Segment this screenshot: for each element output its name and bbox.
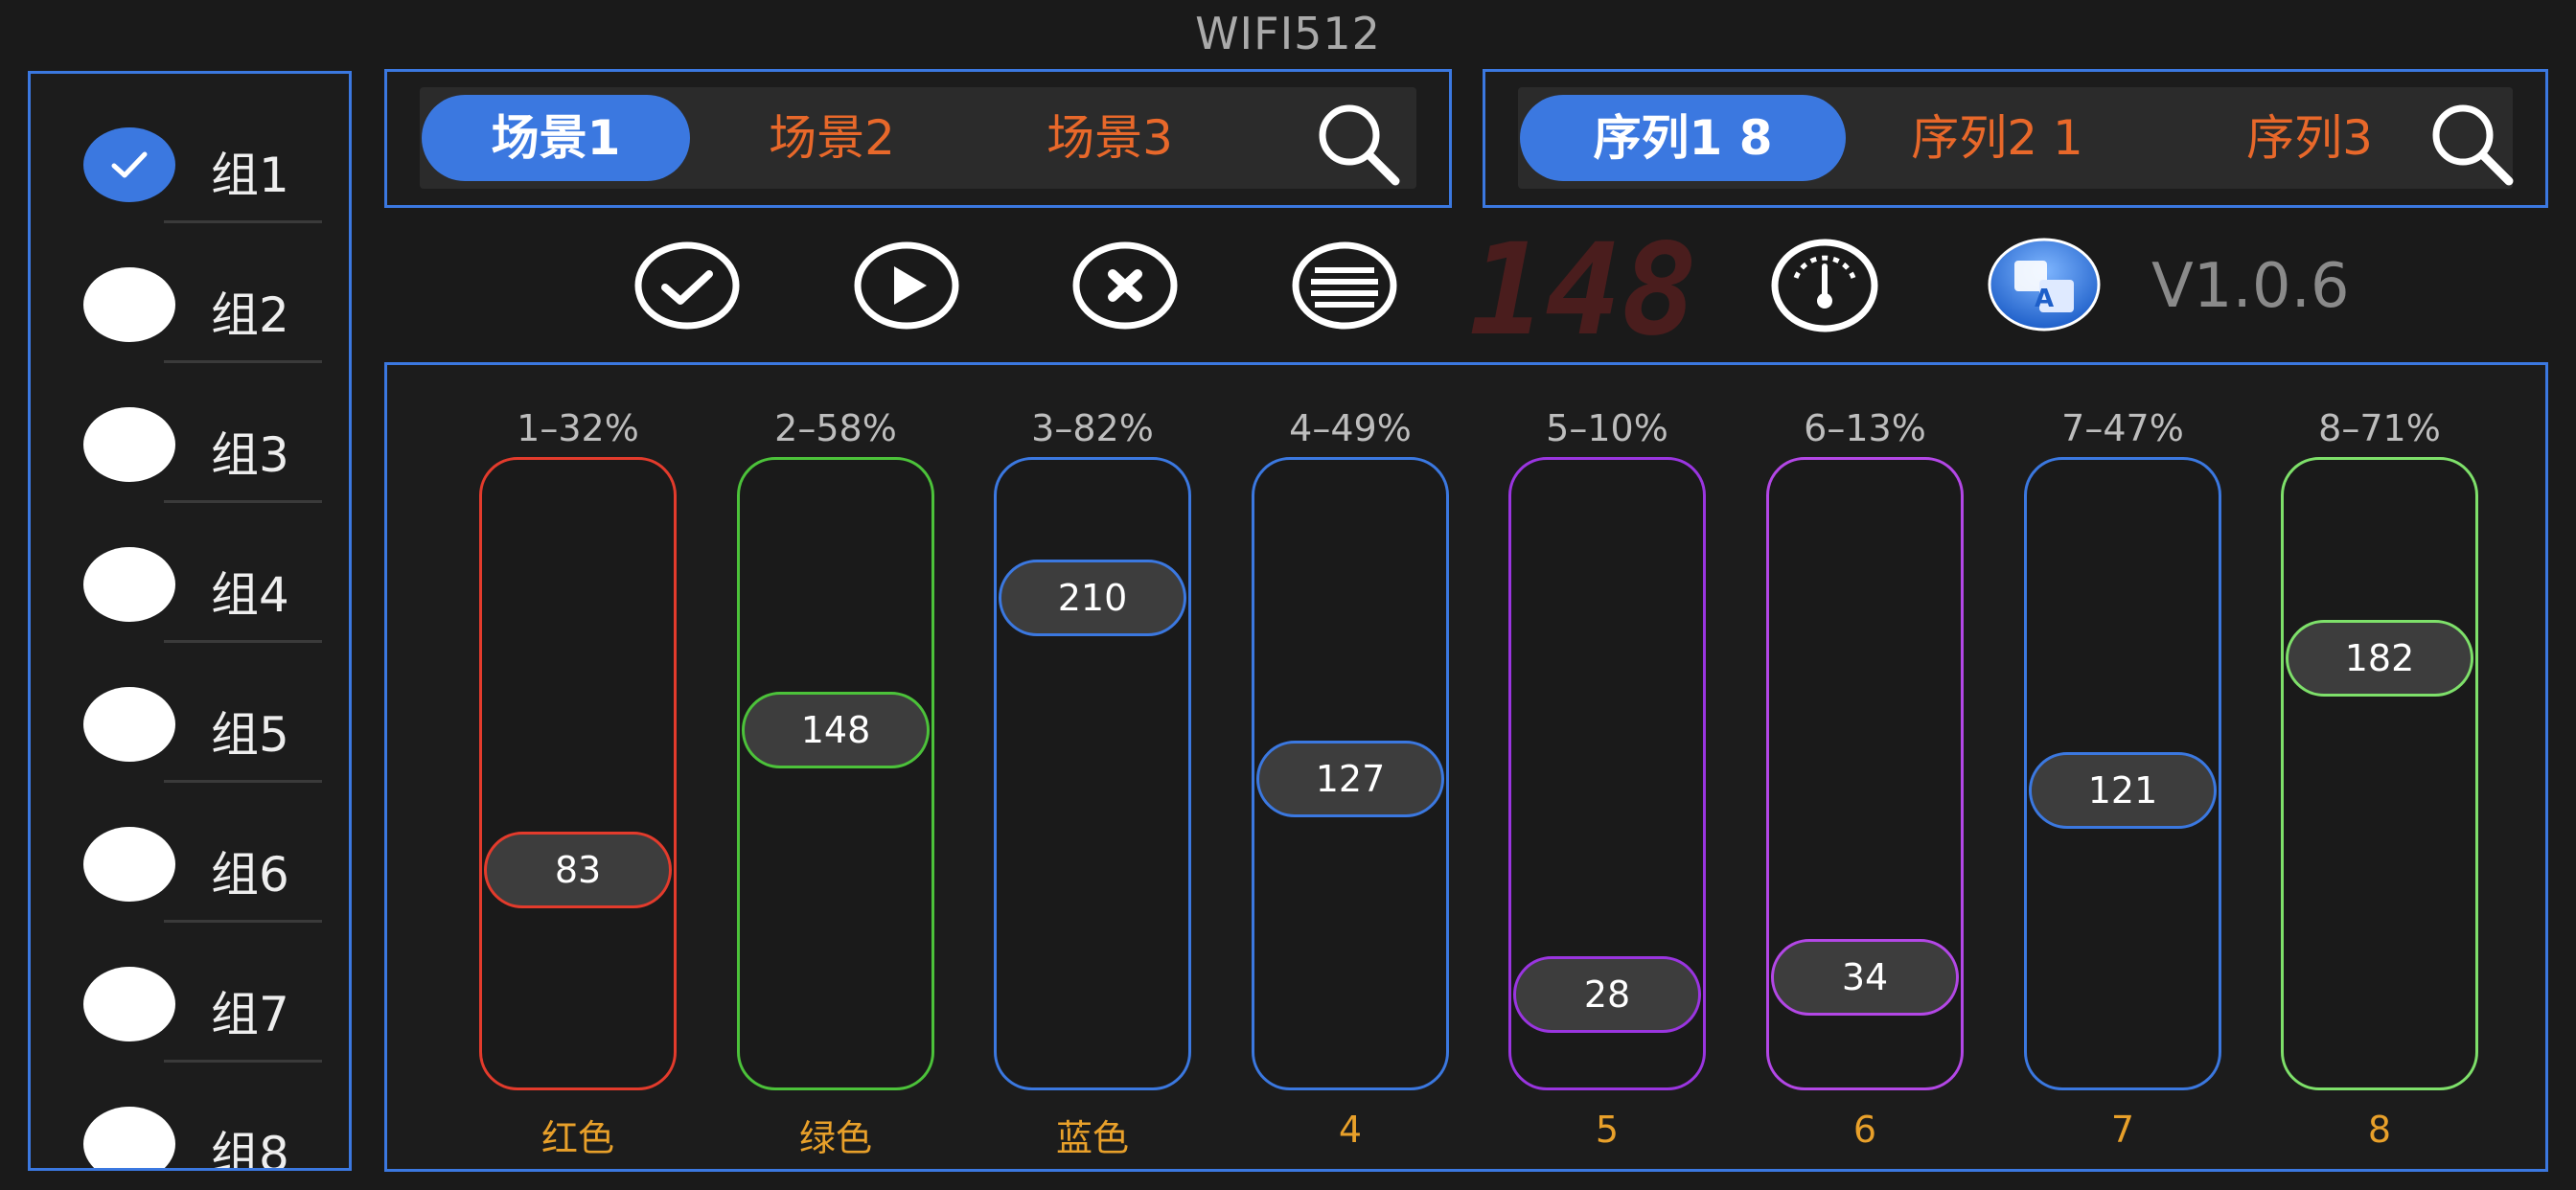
group-radio[interactable] [83, 687, 175, 762]
group-item-7[interactable]: 组7 [31, 921, 349, 1063]
group-label: 组2 [211, 287, 289, 343]
led-counter-display: 148 [1469, 226, 1697, 345]
channel-fader-track[interactable]: 121 [2024, 457, 2221, 1090]
group-item-2[interactable]: 组2 [31, 221, 349, 363]
tab-scene-3[interactable]: 场景3 [976, 95, 1244, 181]
group-item-8[interactable]: 组8 [31, 1061, 349, 1171]
channel-fader-track[interactable]: 127 [1252, 457, 1449, 1090]
channel-name: 红色 [540, 1117, 614, 1159]
group-radio[interactable] [83, 267, 175, 342]
channel-fader-thumb[interactable]: 121 [2029, 752, 2217, 829]
group-item-5[interactable]: 组5 [31, 641, 349, 783]
sequence-search-icon[interactable] [2425, 97, 2517, 189]
channel-name: 5 [1595, 1109, 1620, 1151]
group-label: 组3 [211, 427, 289, 483]
channel-5: 5–10% 28 5 [1508, 365, 1706, 1175]
group-radio-checked[interactable] [83, 127, 175, 202]
group-item-6[interactable]: 组6 [31, 781, 349, 923]
check-circle-icon[interactable] [634, 241, 740, 330]
channel-percent-label: 7–47% [2061, 407, 2184, 449]
svg-text:A: A [2035, 285, 2054, 313]
channel-name: 7 [2110, 1109, 2135, 1151]
channel-fader-thumb[interactable]: 28 [1513, 956, 1701, 1033]
group-item-4[interactable]: 组4 [31, 501, 349, 643]
channel-percent-label: 8–71% [2318, 407, 2441, 449]
translate-icon[interactable]: A [1988, 238, 2101, 332]
group-item-1[interactable]: 组1 [31, 81, 349, 223]
scene-search-icon[interactable] [1311, 97, 1403, 189]
group-radio[interactable] [83, 407, 175, 482]
group-radio[interactable] [83, 967, 175, 1041]
channel-4: 4–49% 127 4 [1252, 365, 1449, 1175]
channel-fader-thumb[interactable]: 34 [1771, 939, 1959, 1016]
channel-percent-label: 4–49% [1289, 407, 1412, 449]
channel-name: 蓝色 [1055, 1117, 1129, 1159]
channel-fader-thumb[interactable]: 148 [742, 692, 930, 768]
group-label: 组1 [211, 148, 289, 203]
channel-fader-track[interactable]: 34 [1766, 457, 1964, 1090]
group-radio[interactable] [83, 547, 175, 622]
channel-percent-label: 1–32% [517, 407, 639, 449]
channel-percent-label: 2–58% [774, 407, 897, 449]
tab-scene-1[interactable]: 场景1 [422, 95, 690, 181]
group-label: 组4 [211, 567, 289, 623]
channel-fader-thumb[interactable]: 182 [2286, 620, 2473, 697]
play-circle-icon[interactable] [854, 241, 959, 330]
group-item-3[interactable]: 组3 [31, 361, 349, 503]
channel-fader-track[interactable]: 182 [2281, 457, 2478, 1090]
channel-fader-thumb[interactable]: 127 [1256, 741, 1444, 817]
channel-1: 1–32% 83 红色 [479, 365, 677, 1175]
scene-tabbar: 场景1 场景2 场景3 [420, 87, 1416, 189]
led-counter-value: 148 [1469, 226, 1697, 345]
group-label: 组7 [211, 987, 289, 1042]
channel-fader-track[interactable]: 83 [479, 457, 677, 1090]
sequence-panel: 序列1 8 序列2 1 序列3 [1483, 69, 2548, 208]
channel-fader-thumb[interactable]: 83 [484, 832, 672, 908]
tab-sequence-1[interactable]: 序列1 8 [1520, 95, 1846, 181]
group-label: 组5 [211, 707, 289, 763]
app-title: WIFI512 [1195, 8, 1381, 59]
channel-7: 7–47% 121 7 [2024, 365, 2221, 1175]
channel-fader-track[interactable]: 28 [1508, 457, 1706, 1090]
channel-name: 绿色 [798, 1117, 872, 1159]
group-radio[interactable] [83, 827, 175, 902]
channel-name: 8 [2367, 1109, 2392, 1151]
channel-3: 3–82% 210 蓝色 [994, 365, 1191, 1175]
group-label: 组6 [211, 847, 289, 903]
gauge-icon[interactable] [1771, 238, 1878, 333]
close-circle-icon[interactable] [1072, 241, 1178, 330]
tab-sequence-3[interactable]: 序列3 [2175, 95, 2444, 181]
channel-name: 6 [1852, 1109, 1877, 1151]
group-label: 组8 [211, 1127, 289, 1171]
channel-percent-label: 3–82% [1031, 407, 1154, 449]
group-radio[interactable] [83, 1107, 175, 1168]
channel-fader-thumb[interactable]: 210 [999, 560, 1186, 636]
channel-percent-label: 6–13% [1804, 407, 1926, 449]
channel-fader-track[interactable]: 148 [737, 457, 934, 1090]
channel-2: 2–58% 148 绿色 [737, 365, 934, 1175]
channel-panel: 1–32% 83 红色 2–58% 148 绿色 3–82% 210 蓝色 4–49% 127 4 5–… [384, 362, 2548, 1172]
version-label: V1.0.6 [2151, 251, 2350, 322]
check-icon [111, 151, 148, 178]
channel-percent-label: 5–10% [1546, 407, 1668, 449]
tab-scene-2[interactable]: 场景2 [698, 95, 966, 181]
tab-sequence-2[interactable]: 序列2 1 [1863, 95, 2131, 181]
channel-fader-track[interactable]: 210 [994, 457, 1191, 1090]
group-sidebar: 组1 组2 组3 组4 组5 组6 组7 组8 [28, 71, 352, 1171]
channel-8: 8–71% 182 8 [2281, 365, 2478, 1175]
channel-name: 4 [1338, 1109, 1363, 1151]
channel-6: 6–13% 34 6 [1766, 365, 1964, 1175]
sequence-tabbar: 序列1 8 序列2 1 序列3 [1518, 87, 2514, 189]
menu-circle-icon[interactable] [1292, 241, 1397, 330]
scene-panel: 场景1 场景2 场景3 [384, 69, 1452, 208]
